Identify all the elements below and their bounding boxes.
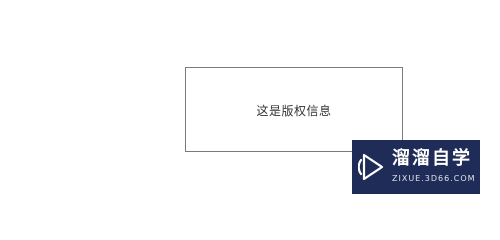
watermark-brand: 溜溜自学 — [392, 148, 472, 169]
watermark-url: ZIXUE.3D66.COM — [392, 174, 476, 183]
play-logo-icon — [358, 153, 384, 181]
copyright-info-text: 这是版权信息 — [256, 104, 332, 118]
watermark-logo: 溜溜自学 ZIXUE.3D66.COM — [352, 140, 480, 194]
page-canvas: 这是版权信息 溜溜自学 ZIXUE.3D66.COM — [0, 0, 500, 201]
